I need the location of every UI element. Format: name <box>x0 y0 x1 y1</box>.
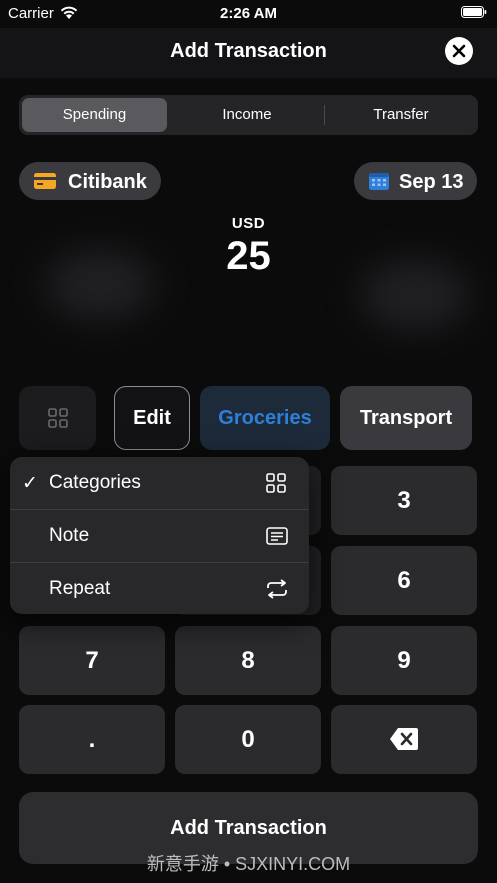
repeat-icon <box>267 579 287 599</box>
segment-spending[interactable]: Spending <box>22 98 167 132</box>
date-selector[interactable]: Sep 13 <box>354 162 477 200</box>
battery-icon <box>461 6 487 18</box>
options-menu: ✓ Categories Note Repeat <box>10 457 309 614</box>
account-selector[interactable]: Citibank <box>19 162 161 200</box>
status-bar: Carrier 2:26 AM <box>0 0 497 28</box>
keypad-key-0[interactable]: 0 <box>175 705 321 774</box>
keypad-key-8[interactable]: 8 <box>175 626 321 695</box>
keypad-key-3[interactable]: 3 <box>331 466 477 535</box>
date-label: Sep 13 <box>399 171 464 193</box>
menu-item-note[interactable]: Note <box>10 510 309 562</box>
all-categories-button[interactable] <box>19 386 96 450</box>
segment-divider <box>324 105 325 125</box>
transaction-type-segmented-control: Spending Income Transfer <box>19 95 478 135</box>
currency-label: USD <box>231 215 266 232</box>
page-title: Add Transaction <box>170 40 327 62</box>
grid-icon <box>266 473 286 493</box>
menu-item-repeat[interactable]: Repeat <box>10 563 309 615</box>
account-label: Citibank <box>68 171 147 193</box>
menu-item-categories[interactable]: ✓ Categories <box>10 457 309 509</box>
category-groceries[interactable]: Groceries <box>200 386 330 450</box>
nav-header: Add Transaction <box>0 28 497 78</box>
keypad-key-7[interactable]: 7 <box>19 626 165 695</box>
keypad-key-6[interactable]: 6 <box>331 546 477 615</box>
card-icon <box>34 173 56 189</box>
menu-item-label: Note <box>49 525 90 546</box>
calendar-icon <box>369 173 389 190</box>
background-glow <box>45 250 155 320</box>
menu-item-label: Categories <box>49 472 141 493</box>
close-icon <box>452 44 466 58</box>
segment-transfer[interactable]: Transfer <box>326 98 476 132</box>
background-glow <box>360 260 470 330</box>
keypad-key-backspace[interactable] <box>331 705 477 774</box>
backspace-icon <box>390 728 418 750</box>
checkmark-icon: ✓ <box>22 473 38 494</box>
category-transport[interactable]: Transport <box>340 386 472 450</box>
status-time: 2:26 AM <box>220 5 277 22</box>
edit-categories-button[interactable]: Edit <box>114 386 190 450</box>
segment-income[interactable]: Income <box>172 98 322 132</box>
close-button[interactable] <box>445 37 473 65</box>
note-icon <box>266 527 288 545</box>
keypad-key-9[interactable]: 9 <box>331 626 477 695</box>
keypad-key-decimal[interactable]: . <box>19 705 165 774</box>
watermark: 新意手游 • SJXINYI.COM <box>146 854 351 874</box>
menu-item-label: Repeat <box>49 578 111 599</box>
grid-icon <box>48 408 68 428</box>
